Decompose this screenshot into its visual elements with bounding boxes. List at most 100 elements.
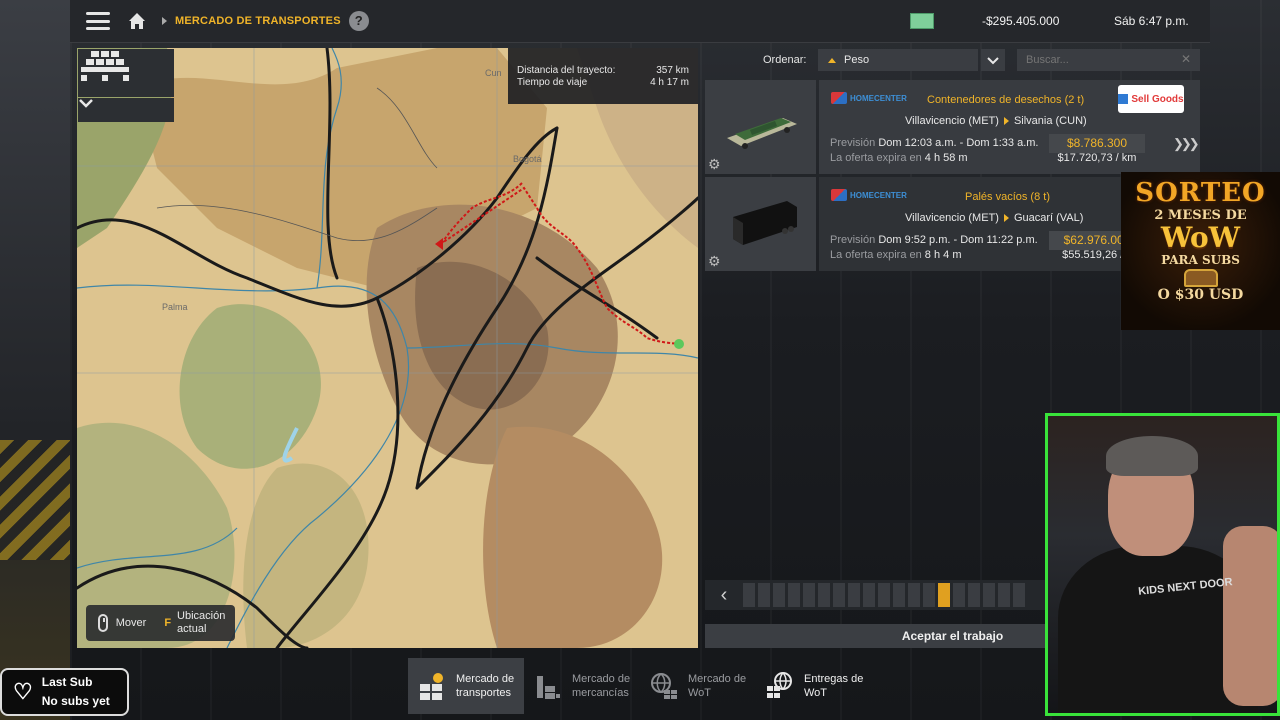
expand-chevron-button[interactable]	[78, 98, 174, 122]
expiry: La oferta expira en 8 h 4 m	[830, 249, 962, 261]
cargo-name: Palés vacíos (8 t)	[965, 191, 1050, 203]
job-offer[interactable]: ⚙ HOMECENTER Contenedores de desechos (2…	[705, 80, 1200, 174]
clear-search-icon[interactable]: ✕	[1181, 52, 1191, 66]
trailer-thumbnail: ⚙	[705, 177, 816, 271]
giveaway-banner: SORTEO 2 MESES DE WoW PARA SUBS O $30 US…	[1121, 172, 1280, 330]
warehouse-left-edge	[0, 0, 70, 720]
balance: -$295.405.000	[982, 14, 1060, 28]
origin: Villavicencio (MET)	[905, 212, 999, 224]
nav-wot-market[interactable]: Mercado de WoT	[640, 658, 756, 714]
page-segment[interactable]	[803, 583, 815, 607]
svg-text:Palma: Palma	[162, 302, 188, 312]
cargo-name: Contenedores de desechos (2 t)	[927, 94, 1085, 106]
expiry: La oferta expira en 4 h 58 m	[830, 152, 968, 164]
page-segment[interactable]	[983, 583, 995, 607]
trailer-image	[727, 118, 797, 149]
breadcrumb: MERCADO DE TRANSPORTES	[175, 15, 341, 27]
banner-title: SORTEO	[1135, 178, 1266, 208]
page-segment[interactable]	[908, 583, 920, 607]
globe-icon	[651, 673, 677, 699]
freight-market-icon	[420, 673, 443, 700]
job-route: Villavicencio (MET) Silvania (CUN)	[905, 115, 1087, 127]
page-segment[interactable]	[743, 583, 755, 607]
company-name: HOMECENTER	[850, 190, 907, 200]
nav-label: Mercado de mercancías	[572, 673, 631, 699]
help-button[interactable]: ?	[348, 11, 369, 31]
nav-label: Entregas de WoT	[804, 673, 864, 699]
key-hint: F	[164, 617, 172, 629]
pagination: ‹	[705, 580, 1045, 610]
eta: Previsión Dom 9:52 p.m. - Dom 11:22 p.m.	[830, 234, 1038, 246]
chevron-down-icon	[79, 99, 93, 108]
nav-wot-deliveries[interactable]: Entregas de WoT	[756, 658, 872, 714]
fast-forward-icon[interactable]: ❯❯❯	[1173, 136, 1200, 152]
page-segment[interactable]	[863, 583, 875, 607]
banner-line: O $30 USD	[1157, 287, 1244, 303]
distance-label: Distancia del trayecto:	[517, 65, 616, 76]
destination: Silvania (CUN)	[1013, 115, 1087, 127]
cargo-icon	[81, 51, 129, 81]
nav-label: Mercado de transportes	[456, 673, 515, 699]
page-indicator	[743, 583, 1028, 607]
nav-cargo-market[interactable]: Mercado de mercancías	[524, 658, 640, 714]
page-segment[interactable]	[968, 583, 980, 607]
sort-dropdown-button[interactable]	[981, 49, 1005, 71]
route-map[interactable]: Cun Bogotá Palma Distancia del trayecto:…	[77, 48, 698, 648]
gear-icon[interactable]: ⚙	[708, 156, 721, 173]
svg-text:Bogotá: Bogotá	[513, 154, 542, 164]
time-value: 4 h 17 m	[650, 77, 689, 88]
banner-line: PARA SUBS	[1161, 253, 1240, 267]
chevron-down-icon	[987, 56, 999, 64]
move-hint: Mover	[115, 617, 147, 629]
page-segment[interactable]	[848, 583, 860, 607]
page-segment[interactable]	[833, 583, 845, 607]
treasure-chest-icon	[1183, 269, 1218, 287]
money-icon	[910, 13, 934, 29]
page-segment[interactable]	[953, 583, 965, 607]
page-segment[interactable]	[923, 583, 935, 607]
page-segment[interactable]	[788, 583, 800, 607]
page-segment[interactable]	[1013, 583, 1025, 607]
map-controls-hint: Mover F Ubicación actual	[86, 605, 235, 641]
page-segment[interactable]	[998, 583, 1010, 607]
sort-ascending-icon	[828, 57, 836, 63]
page-segment[interactable]	[773, 583, 785, 607]
globe-icon	[767, 672, 792, 698]
company-name: HOMECENTER	[850, 93, 907, 103]
eta: Previsión Dom 12:03 a.m. - Dom 1:33 a.m.	[830, 137, 1039, 149]
page-segment[interactable]	[878, 583, 890, 607]
job-details[interactable]: HOMECENTER Contenedores de desechos (2 t…	[819, 80, 1200, 174]
gear-icon[interactable]: ⚙	[708, 253, 721, 270]
banner-logo-text: WoW	[1160, 221, 1241, 254]
game-clock: Sáb 6:47 p.m.	[1114, 14, 1189, 28]
price-per-km: $17.720,73 / km	[1057, 152, 1137, 164]
nav-freight-market[interactable]: Mercado de transportes	[408, 658, 524, 714]
sort-label: Ordenar:	[763, 54, 807, 66]
trailer-thumbnail: ⚙	[705, 80, 816, 174]
current-location-hint[interactable]: Ubicación actual	[177, 610, 235, 636]
distance-value: 357 km	[656, 65, 689, 76]
page-segment[interactable]	[818, 583, 830, 607]
cargo-view-button[interactable]	[78, 49, 174, 97]
route-arrow-icon	[1003, 117, 1009, 125]
last-sub-value: No subs yet	[41, 694, 110, 708]
webcam-overlay: KIDS NEXT DOOR	[1045, 413, 1280, 716]
page-segment[interactable]	[938, 583, 950, 607]
page-segment[interactable]	[758, 583, 770, 607]
nav-label: Mercado de WoT	[688, 673, 747, 699]
route-info-box: Distancia del trayecto: 357 km Tiempo de …	[508, 48, 698, 104]
bottom-navigation: Mercado de transportes Mercado de mercan…	[408, 658, 872, 714]
cargo-market-icon	[537, 676, 560, 699]
menu-icon[interactable]	[86, 12, 110, 30]
company-logo: HOMECENTER	[831, 189, 907, 201]
route-arrow-icon	[1003, 214, 1009, 222]
top-bar: MERCADO DE TRANSPORTES ? -$295.405.000 S…	[70, 0, 1210, 43]
chevron-left-icon[interactable]: ‹	[705, 584, 743, 607]
mouse-icon	[98, 614, 108, 632]
last-sub-title: Last Sub	[41, 675, 93, 689]
job-route: Villavicencio (MET) Guacarí (VAL)	[905, 212, 1083, 224]
page-segment[interactable]	[893, 583, 905, 607]
sort-select[interactable]: Peso	[818, 49, 978, 71]
search-input[interactable]	[1017, 49, 1200, 71]
home-icon[interactable]	[126, 10, 148, 32]
